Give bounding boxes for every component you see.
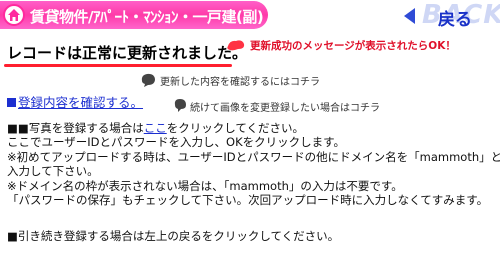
instruction-text: をクリックしてください。 bbox=[166, 121, 305, 135]
instruction-line: ここでユーザーIDとパスワードを入力し、OKをクリックします。 bbox=[7, 135, 345, 150]
instruction-line: ※初めてアップロードする時は、ユーザーIDとパスワードの他にドメイン名を「mam… bbox=[7, 149, 500, 164]
success-callout: 更新成功のメッセージが表示されたらOK！ bbox=[250, 40, 456, 52]
gray-splash-icon bbox=[141, 73, 155, 87]
square-bullet-icon bbox=[7, 98, 16, 107]
instruction-line: ※ドメイン名の枠が表示されない場合は、「mammoth」の入力は不要です。 bbox=[7, 178, 403, 193]
success-message: レコードは正常に更新されました。 bbox=[7, 44, 248, 62]
gray-splash-icon bbox=[174, 99, 186, 112]
confirm-callout: 更新した内容を確認するにはコチラ bbox=[160, 77, 320, 88]
page-title: 賃貸物件/ｱﾊﾟｰﾄ・ﾏﾝｼｮﾝ・一戸建(副) bbox=[30, 8, 264, 26]
photo-upload-link[interactable]: ここ bbox=[144, 121, 167, 135]
home-icon[interactable] bbox=[3, 4, 25, 26]
house-icon bbox=[8, 9, 20, 21]
back-label: 戻る bbox=[438, 10, 472, 30]
back-arrow-icon bbox=[404, 8, 415, 24]
title-bar: 賃貸物件/ｱﾊﾟｰﾄ・ﾏﾝｼｮﾝ・一戸建(副) bbox=[0, 1, 268, 29]
success-underline bbox=[4, 64, 232, 67]
red-splash-icon bbox=[227, 40, 245, 51]
header: 賃貸物件/ｱﾊﾟｰﾄ・ﾏﾝｼｮﾝ・一戸建(副) BACK 戻る bbox=[0, 0, 500, 30]
instruction-line: 「パスワードの保存」もチェックして下さい。次回アップロード時に入力しなくてすみま… bbox=[7, 193, 489, 208]
instruction-text: ■■写真を登録する場合は bbox=[7, 121, 144, 135]
confirm-registration-link[interactable]: 登録内容を確認する。 bbox=[7, 92, 143, 111]
image-callout: 続けて画像を変更登録したい場合はコチラ bbox=[190, 103, 380, 114]
instructions: ■■写真を登録する場合はここをクリックしてください。 ここでユーザーIDとパスワ… bbox=[7, 121, 500, 208]
instruction-line: ■■写真を登録する場合はここをクリックしてください。 bbox=[7, 121, 497, 135]
instruction-line: 入力して下さい。 bbox=[7, 164, 99, 179]
back-button[interactable]: BACK 戻る bbox=[400, 0, 500, 30]
confirm-link-label: 登録内容を確認する。 bbox=[18, 95, 144, 110]
continue-instruction: ■引き続き登録する場合は左上の戻るをクリックしてください。 bbox=[7, 229, 340, 243]
